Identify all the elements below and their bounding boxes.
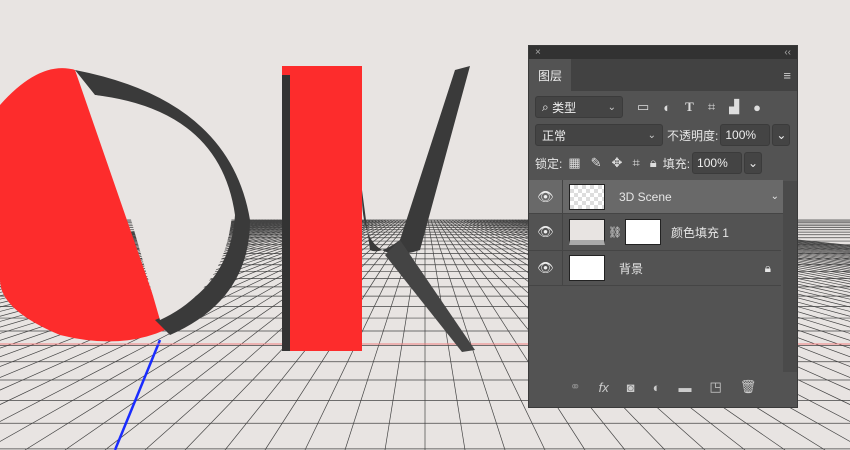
visibility-eye-icon[interactable]: 👁︎ [529, 214, 563, 250]
new-layer-icon[interactable]: ◳ [709, 379, 721, 395]
opacity-input[interactable]: 100% [720, 124, 771, 146]
visibility-eye-icon[interactable]: 👁︎ [529, 180, 563, 213]
lock-paint-icon[interactable]: ✎ [591, 155, 602, 171]
mask-icon[interactable]: ◙ [627, 380, 635, 395]
fx-icon[interactable]: fx [599, 380, 609, 395]
mask-thumbnail [624, 219, 661, 245]
hamburger-menu-icon[interactable]: ≡ [783, 68, 791, 83]
layer-3d-scene[interactable]: 👁︎ 3D Scene ⌄ [529, 180, 783, 214]
close-icon[interactable]: × [535, 47, 541, 58]
z-axis-line [113, 339, 162, 450]
visibility-eye-icon[interactable]: 👁︎ [529, 251, 563, 285]
chevron-down-icon[interactable]: ⌄ [771, 191, 779, 202]
shape-filter-icon[interactable]: ⌗ [708, 99, 715, 115]
link-icon[interactable]: ⛓ [608, 226, 622, 239]
lock-move-icon[interactable]: ✥ [612, 155, 623, 171]
lock-transparent-icon[interactable]: ▦ [568, 155, 580, 171]
adjustment-icon[interactable]: ◐ [653, 380, 661, 395]
letter-k [282, 66, 475, 352]
layer-background[interactable]: 👁︎ 背景 🔒︎ [529, 251, 781, 286]
tab-layers[interactable]: 图层 [529, 59, 571, 91]
lock-label: 锁定: [535, 156, 563, 171]
collapse-icon[interactable]: ‹‹ [784, 47, 791, 58]
type-filter-icon[interactable]: T [685, 99, 694, 115]
fill-input[interactable]: 100% [692, 152, 743, 174]
layers-panel: × ‹‹ 图层 ≡ ⌕ 类型 ⌄ ▭ ◐ T ⌗ ▟ ● 正常 ⌄ 不透明度: 100%… [528, 45, 798, 408]
fill-thumbnail [569, 219, 605, 245]
opacity-dropdown[interactable]: ⌄ [772, 124, 791, 146]
layer-thumbnail [569, 255, 605, 281]
blend-mode-select[interactable]: 正常 ⌄ [535, 124, 663, 146]
layer-thumbnail [569, 183, 605, 210]
fill-dropdown[interactable]: ⌄ [744, 152, 763, 174]
trash-icon[interactable]: 🗑︎ [740, 379, 757, 395]
fill-label: 填充: [662, 156, 691, 171]
search-icon: ⌕ [542, 99, 553, 114]
adjustment-filter-icon[interactable]: ◐ [663, 100, 671, 115]
layer-color-fill[interactable]: 👁︎ ⛓ 颜色填充 1 [529, 214, 781, 251]
bottom-toolbar: ⚭ fx ◙ ◐ ▬ ◳ 🗑︎ [529, 375, 797, 399]
image-filter-icon[interactable]: ▭ [637, 99, 649, 115]
lock-icon: 🔒︎ [764, 260, 771, 275]
scrollbar[interactable] [783, 181, 797, 372]
chevron-down-icon: ⌄ [647, 129, 656, 141]
smart-object-filter-icon[interactable]: ▟ [729, 99, 739, 115]
lock-all-icon[interactable]: 🔒︎ [650, 155, 657, 171]
link-icon[interactable]: ⚭ [570, 379, 581, 395]
folder-icon[interactable]: ▬ [678, 380, 691, 395]
filter-toggle-icon[interactable]: ● [753, 100, 761, 115]
filter-type-select[interactable]: ⌕ 类型 ⌄ [535, 96, 623, 118]
letter-d [0, 68, 250, 342]
chevron-down-icon: ⌄ [607, 101, 616, 113]
opacity-label: 不透明度: [667, 128, 719, 143]
lock-artboard-icon[interactable]: ⌗ [632, 155, 639, 171]
